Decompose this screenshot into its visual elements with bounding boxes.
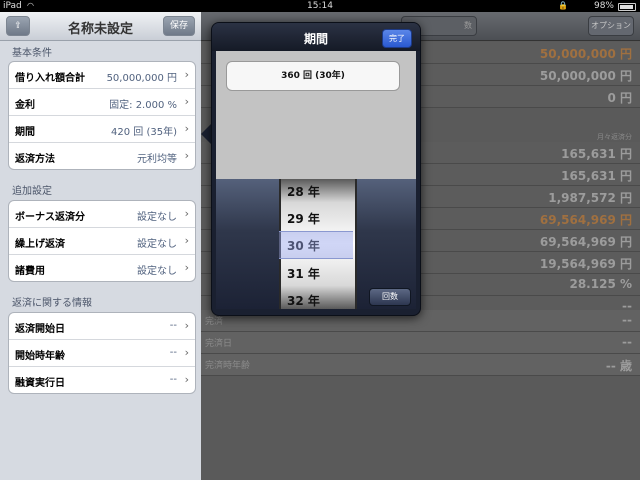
row-label: ボーナス返済分 (15, 212, 85, 223)
result-value: 50,000,000 円 (539, 69, 632, 83)
row-bonus-repayment[interactable]: ボーナス返済分 設定なし › (9, 201, 195, 228)
result-value: 69,564,969 円 (539, 213, 632, 227)
result-value: 1,987,572 円 (548, 191, 632, 205)
picker-item[interactable]: 28 年 (287, 183, 320, 200)
result-value: 50,000,000 円 (539, 47, 632, 61)
row-value: -- (169, 374, 177, 385)
row-label: 開始時年齢 (15, 351, 65, 362)
row-value: 設定なし (137, 266, 177, 277)
section-header-basic: 基本条件 (12, 48, 52, 59)
row-start-date[interactable]: 返済開始日 -- › (9, 313, 195, 340)
row-repayment-method[interactable]: 返済方法 元利均等 › (9, 143, 195, 169)
result-label: 完済時年齢 (205, 361, 251, 371)
additional-settings-group: ボーナス返済分 設定なし › 繰上げ返済 設定なし › 諸費用 設定なし › (8, 200, 196, 282)
result-value: 0 円 (607, 91, 632, 105)
battery-percent: 98% (593, 1, 614, 11)
chevron-right-icon: › (184, 261, 189, 274)
popover-navbar: 期間 完了 (212, 23, 420, 51)
row-value: -- (169, 320, 177, 331)
row-value: 設定なし (137, 212, 177, 223)
chevron-right-icon: › (184, 68, 189, 81)
result-value: 165,631 円 (561, 169, 632, 183)
period-value-field[interactable]: 360 回 (30年) (226, 61, 400, 91)
row-value: 固定: 2.000 % (109, 100, 177, 111)
section-header-repayment-info: 返済に関する情報 (12, 298, 92, 309)
picker-item[interactable]: 32 年 (287, 292, 320, 309)
chevron-right-icon: › (184, 122, 189, 135)
row-label: 諸費用 (15, 266, 45, 277)
row-period[interactable]: 期間 420 回 (35年) › (9, 116, 195, 143)
chevron-right-icon: › (184, 149, 189, 162)
row-label: 金利 (15, 100, 35, 111)
period-popover: 期間 完了 360 回 (30年) 28 年 29 年 30 年 31 年 32… (211, 22, 421, 316)
result-value: 165,631 円 (561, 147, 632, 161)
row-prepayment[interactable]: 繰上げ返済 設定なし › (9, 228, 195, 255)
row-interest[interactable]: 金利 固定: 2.000 % › (9, 89, 195, 116)
row-start-age[interactable]: 開始時年齢 -- › (9, 340, 195, 367)
popover-arrow (201, 124, 211, 144)
row-value: 420 回 (35年) (111, 127, 177, 138)
save-button[interactable]: 保存 (163, 16, 195, 36)
row-label: 返済方法 (15, 154, 55, 165)
result-value: 19,564,969 円 (539, 257, 632, 271)
result-value: -- 歳 (605, 359, 632, 373)
row-label: 繰上げ返済 (15, 239, 65, 250)
picker-selection-indicator (279, 231, 353, 259)
chevron-right-icon: › (184, 373, 189, 386)
done-button[interactable]: 完了 (382, 29, 412, 48)
caption-monthly: 月々返済分 (597, 133, 632, 141)
left-navbar: ⇪ 名称未設定 保存 (0, 12, 201, 41)
result-value: -- (622, 335, 632, 349)
chevron-right-icon: › (184, 95, 189, 108)
chevron-right-icon: › (184, 346, 189, 359)
count-mode-button[interactable]: 回数 (369, 288, 411, 306)
row-label: 返済開始日 (15, 324, 65, 335)
chevron-right-icon: › (184, 207, 189, 220)
row-label: 期間 (15, 127, 35, 138)
row-loan-total[interactable]: 借り入れ額合計 50,000,000 円 › (9, 62, 195, 89)
result-row: 完済時年齢 -- 歳 (201, 354, 640, 376)
picker-item[interactable]: 29 年 (287, 210, 320, 227)
chevron-right-icon: › (184, 319, 189, 332)
clock: 15:14 (307, 1, 333, 11)
result-value: 28.125 % (569, 277, 632, 291)
picker-item[interactable]: 31 年 (287, 265, 320, 282)
status-bar: iPad ◠ 15:14 🔒 98% (0, 0, 640, 12)
result-label: 完済日 (205, 339, 233, 349)
result-value: -- (622, 313, 632, 327)
chevron-right-icon: › (184, 234, 189, 247)
result-row: 完済日 -- (201, 332, 640, 354)
row-label: 借り入れ額合計 (15, 73, 85, 84)
row-value: -- (169, 347, 177, 358)
repayment-info-group: 返済開始日 -- › 開始時年齢 -- › 融資実行日 -- › (8, 312, 196, 394)
options-button[interactable]: オプション (588, 16, 634, 36)
segment-label: 数 (464, 21, 472, 30)
result-value: 69,564,969 円 (539, 235, 632, 249)
left-panel: ⇪ 名称未設定 保存 基本条件 借り入れ額合計 50,000,000 円 › 金… (0, 12, 201, 480)
row-fees[interactable]: 諸費用 設定なし › (9, 255, 195, 281)
rotation-lock-icon: 🔒 (558, 1, 568, 10)
row-value: 50,000,000 円 (106, 73, 177, 84)
row-value: 設定なし (137, 239, 177, 250)
section-header-additional: 追加設定 (12, 186, 52, 197)
row-value: 元利均等 (137, 154, 177, 165)
battery-icon (618, 3, 636, 11)
row-loan-execution-date[interactable]: 融資実行日 -- › (9, 367, 195, 393)
basic-conditions-group: 借り入れ額合計 50,000,000 円 › 金利 固定: 2.000 % › … (8, 61, 196, 170)
row-label: 融資実行日 (15, 378, 65, 389)
